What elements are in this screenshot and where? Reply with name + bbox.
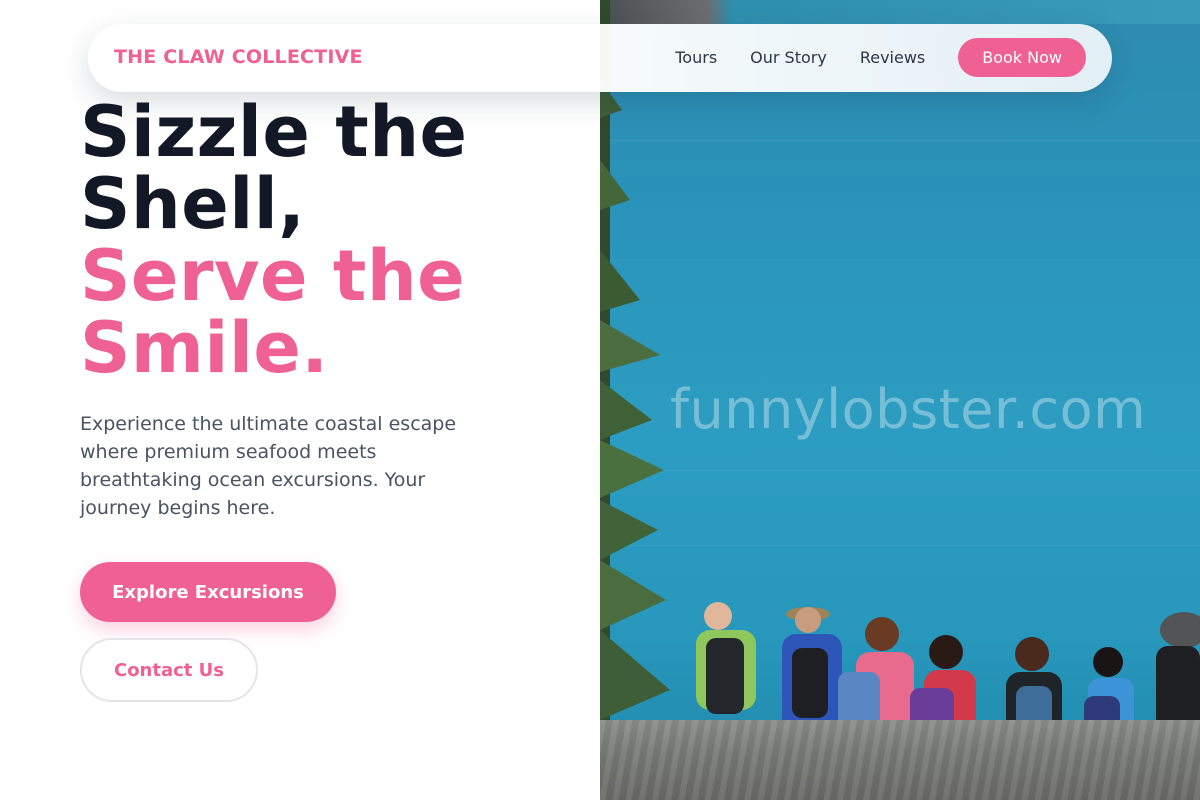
headline-line: Sizzle the [80, 91, 468, 173]
contact-us-button[interactable]: Contact Us [80, 638, 258, 702]
headline-accent-line: Smile. [80, 307, 329, 389]
headline-line: Shell, [80, 163, 306, 245]
nav-link-reviews[interactable]: Reviews [860, 48, 925, 67]
hero-headline: Sizzle the Shell, Serve the Smile. [80, 96, 468, 384]
nav-links: Tours Our Story Reviews Book Now [675, 38, 1086, 77]
top-navigation: THE CLAW COLLECTIVE Tours Our Story Revi… [88, 24, 1112, 92]
water-ripple [600, 545, 1200, 546]
explore-excursions-button[interactable]: Explore Excursions [80, 562, 336, 622]
nav-link-tours[interactable]: Tours [675, 48, 717, 67]
brand-logo[interactable]: THE CLAW COLLECTIVE [114, 46, 363, 68]
water-ripple [600, 470, 1200, 471]
book-now-button[interactable]: Book Now [958, 38, 1086, 77]
headline-accent-line: Serve the [80, 235, 466, 317]
watermark-text: funnylobster.com [670, 378, 1147, 441]
hero-description: Experience the ultimate coastal escape w… [80, 413, 457, 519]
water-ripple [600, 260, 1200, 261]
nav-link-our-story[interactable]: Our Story [750, 48, 827, 67]
water-ripple [600, 140, 1200, 141]
rock-ledge [600, 720, 1200, 800]
shoreline-rocks [600, 0, 1200, 24]
hero-photo: funnylobster.com [600, 0, 1200, 800]
